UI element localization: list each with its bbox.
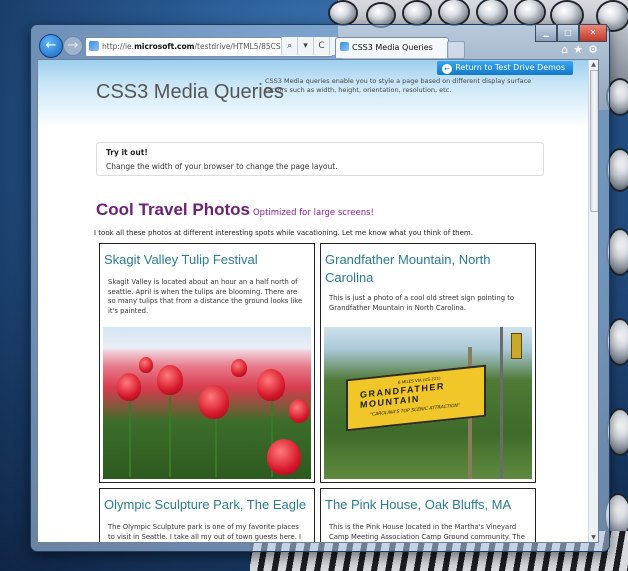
desktop-disc	[478, 0, 506, 24]
tab-title: CSS3 Media Queries	[352, 43, 433, 52]
photo-card: Grandfather Mountain, North Carolina Thi…	[320, 243, 536, 483]
tulip-stem	[215, 411, 217, 477]
page-title: CSS3 Media Queries	[96, 81, 284, 103]
card-title: Olympic Sculpture Park, The Eagle	[104, 497, 307, 512]
traffic-light	[511, 333, 522, 359]
back-arrow-icon: ←	[45, 38, 57, 53]
card-text: This is just a photo of a cool old stree…	[329, 294, 515, 312]
minimize-button[interactable]: ▁	[535, 24, 557, 42]
browser-window: ← → http://ie.microsoft.com/testdrive/HT…	[30, 24, 610, 552]
tulip-flower	[257, 369, 285, 401]
tulip-stem	[169, 387, 171, 477]
tulip-flower	[289, 399, 309, 423]
desktop-disc	[368, 4, 394, 26]
tulip-flower	[157, 365, 183, 395]
toolbar-icons[interactable]: ⌂★⚙	[561, 43, 603, 56]
desktop-disc	[608, 80, 628, 114]
photo-card: Olympic Sculpture Park, The Eagle The Ol…	[99, 488, 315, 542]
url-prefix: http://ie.	[102, 42, 135, 51]
desktop-disc	[330, 2, 356, 24]
page-viewport: ← Return to Test Drive Demos CSS3 Media Q…	[37, 59, 599, 543]
tulip-flower	[231, 359, 247, 377]
tulip-flower	[267, 439, 301, 475]
url-host: microsoft.com	[134, 42, 195, 51]
card-title: The Pink House, Oak Bluffs, MA	[325, 497, 512, 512]
forward-arrow-icon: →	[67, 38, 79, 53]
return-label: Return to Test Drive Demos	[455, 63, 565, 72]
try-it-heading: Try it out!	[106, 148, 148, 157]
section-title: Cool Travel Photos Optimized for large sc…	[96, 200, 374, 220]
page-description: CSS3 Media queries enable you to style a…	[265, 77, 532, 94]
page-header: ← Return to Test Drive Demos CSS3 Media Q…	[38, 60, 589, 128]
photo-card: Skagit Valley Tulip Festival Skagit Vall…	[99, 243, 315, 483]
scroll-up-icon[interactable]: ▲	[589, 60, 598, 69]
desktop-disc	[608, 410, 628, 454]
title-bar: ← → http://ie.microsoft.com/testdrive/HT…	[31, 24, 609, 59]
scroll-down-icon[interactable]: ▼	[589, 533, 598, 542]
try-it-text: Change the width of your browser to chan…	[106, 162, 338, 171]
section-heading: Cool Travel Photos	[96, 200, 250, 219]
photo-card: The Pink House, Oak Bluffs, MA This is t…	[320, 488, 536, 542]
tulip-flower	[139, 357, 153, 373]
forward-button[interactable]: →	[63, 36, 83, 56]
intro-text: I took all these photos at different int…	[94, 229, 473, 237]
site-favicon-icon	[89, 41, 99, 51]
mountain-sign-photo: 6 MILES VIA (US-221) GRANDFATHER MOUNTAIN…	[324, 327, 532, 479]
card-title: Skagit Valley Tulip Festival	[104, 252, 258, 267]
vertical-scrollbar[interactable]: ▲ ▼	[588, 60, 598, 542]
desktop-disc	[608, 150, 628, 190]
dropdown-arrow-icon[interactable]: ▾	[297, 37, 313, 55]
tulip-flower	[199, 385, 229, 419]
web-page: ← Return to Test Drive Demos CSS3 Media Q…	[38, 60, 589, 542]
return-arrow-icon: ←	[442, 64, 453, 74]
tab-css3-media-queries[interactable]: CSS3 Media Queries	[335, 37, 449, 58]
close-button[interactable]: ✕	[579, 24, 607, 42]
grandfather-mountain-sign: 6 MILES VIA (US-221) GRANDFATHER MOUNTAIN…	[346, 364, 486, 432]
search-icon[interactable]: ⌕	[281, 37, 297, 55]
desktop-disc	[608, 230, 628, 274]
section-subtitle: Optimized for large screens!	[252, 208, 374, 218]
return-to-demos-button[interactable]: ← Return to Test Drive Demos	[437, 61, 573, 75]
tulip-photo	[103, 327, 311, 479]
scroll-thumb[interactable]	[590, 70, 598, 212]
new-tab-button[interactable]	[447, 41, 465, 59]
card-text: The Olympic Sculpture park is one of my …	[108, 523, 302, 541]
back-button[interactable]: ←	[39, 34, 63, 58]
try-it-box: Try it out! Change the width of your bro…	[96, 142, 544, 176]
desktop-disc	[516, 0, 544, 24]
card-title: Grandfather Mountain, North Carolina	[325, 252, 491, 285]
refresh-icon[interactable]: C	[313, 37, 329, 55]
desktop-disc	[404, 2, 430, 24]
tab-favicon-icon	[340, 42, 349, 51]
tulip-flower	[117, 373, 141, 401]
card-text: Skagit Valley is located about an hour a…	[108, 278, 303, 315]
desktop-disc	[608, 320, 628, 364]
utility-pole	[500, 327, 503, 479]
tulip-stem	[129, 397, 131, 477]
desktop-disc	[440, 0, 468, 24]
maximize-button[interactable]: □	[557, 24, 579, 42]
card-text: This is the Pink House located in the Ma…	[329, 523, 525, 541]
